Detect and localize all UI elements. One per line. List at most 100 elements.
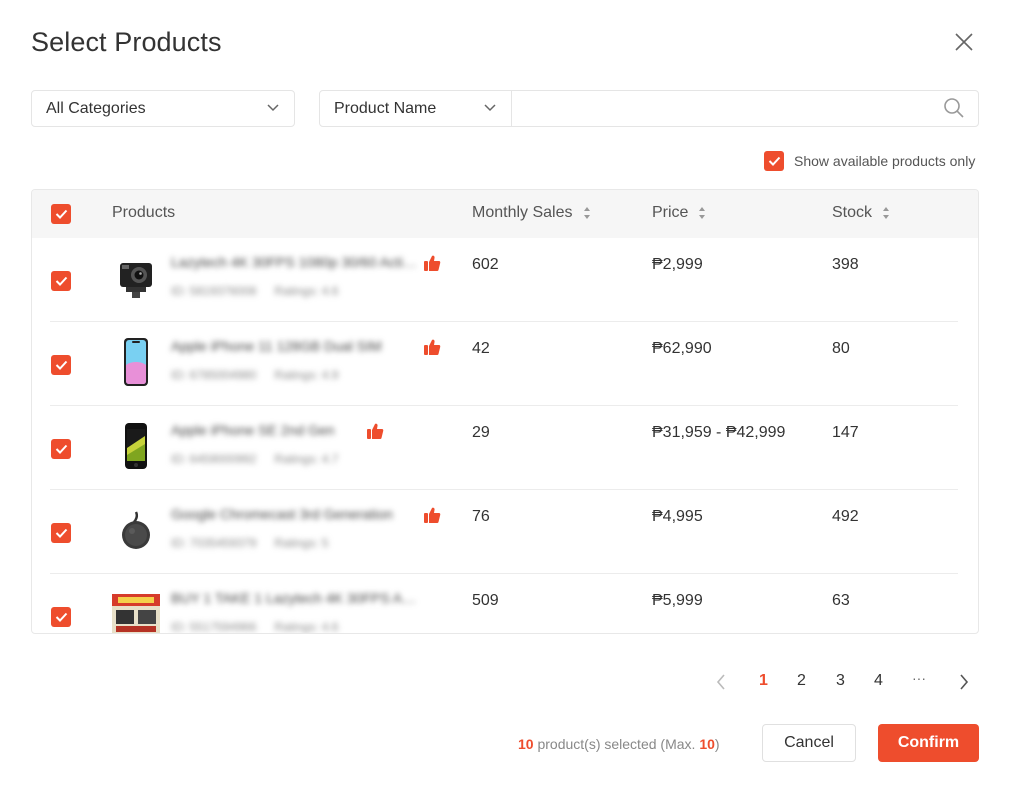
product-thumbnail [111,589,161,633]
page-button-3[interactable]: 3 [836,672,845,690]
price-cell: ₱4,995 [652,508,703,525]
sort-icon[interactable] [698,206,706,220]
max-count: 10 [699,736,715,752]
product-name[interactable]: BUY 1 TAKE 1 Lazytech 4K 30FPS Action Ca… [171,590,423,610]
available-only-checkbox[interactable] [764,151,784,171]
product-ratings: Ratings: 4.7 [274,452,339,466]
column-header-label: Price [652,204,689,221]
product-ratings: Ratings: 4.6 [274,620,339,634]
chevron-down-icon [267,104,279,112]
table-row[interactable]: Apple iPhone 11 128GB Dual SIM ID: 67850… [32,322,978,406]
product-meta: ID: 5517594966 Ratings: 4.6 [171,620,339,634]
table-row[interactable]: BUY 1 TAKE 1 Lazytech 4K 30FPS Action Ca… [32,574,978,634]
price-cell: ₱62,990 [652,340,712,357]
column-header-price[interactable]: Price [652,204,706,222]
check-icon [55,276,67,286]
selected-text: product(s) selected (Max. [537,736,696,752]
confirm-button[interactable]: Confirm [878,724,979,762]
search-field-select-value: Product Name [334,99,437,117]
iphone-11-icon [124,338,148,386]
available-only-toggle[interactable]: Show available products only [764,151,975,171]
category-select-value: All Categories [46,99,146,117]
table-row[interactable]: Lazytech 4K 30FPS 1080p 30/60 Action Cam… [32,238,978,322]
next-page-icon[interactable] [957,671,971,693]
search-field-select[interactable]: Product Name [319,90,512,127]
stock-cell: 80 [832,340,850,357]
search-input[interactable] [511,90,979,127]
stock-cell: 63 [832,592,850,609]
monthly-sales-cell: 602 [472,256,499,273]
check-icon [55,360,67,370]
select-all-checkbox[interactable] [51,204,71,224]
product-meta: ID: 5819376008 Ratings: 4.6 [171,284,338,298]
product-name[interactable]: Google Chromecast 3rd Generation [171,506,423,526]
available-only-label: Show available products only [794,153,976,169]
check-icon [55,612,67,622]
price-cell: ₱31,959 - ₱42,999 [652,424,786,441]
product-meta: ID: 7035459379 Ratings: 5 [171,536,328,550]
stock-cell: 492 [832,508,859,525]
price-cell: ₱5,999 [652,592,703,609]
chevron-down-icon [484,104,496,112]
row-checkbox[interactable] [51,355,71,375]
row-checkbox[interactable] [51,439,71,459]
chromecast-icon [122,511,150,549]
selection-summary: 10 product(s) selected (Max. 10) [518,736,720,752]
column-header-label: Stock [832,204,873,221]
column-header-products: Products [112,204,175,222]
page-button-4[interactable]: 4 [874,672,883,690]
thumbs-up-icon [424,255,441,271]
stock-cell: 398 [832,256,859,273]
product-ratings: Ratings: 4.9 [274,368,339,382]
monthly-sales-cell: 42 [472,340,490,357]
column-header-monthly-sales[interactable]: Monthly Sales [472,204,591,222]
column-header-label: Monthly Sales [472,204,573,221]
products-table: Products Monthly Sales Price Stock Lazyt… [31,189,979,634]
selected-close-paren: ) [714,736,720,752]
price-cell: ₱2,999 [652,256,703,273]
thumbs-up-icon [424,507,441,523]
product-ratings: Ratings: 4.6 [274,284,339,298]
cancel-button[interactable]: Cancel [762,724,856,762]
column-header-label: Products [112,204,176,221]
product-thumbnail [111,421,161,471]
product-thumbnail [111,253,161,303]
product-thumbnail [111,337,161,387]
selected-count: 10 [518,736,534,752]
product-name[interactable]: Apple iPhone SE 2nd Gen [171,422,367,442]
row-checkbox[interactable] [51,271,71,291]
action-camera-icon [120,263,152,298]
column-header-stock[interactable]: Stock [832,204,890,222]
product-id: ID: 6459000992 [171,452,257,466]
product-name[interactable]: Lazytech 4K 30FPS 1080p 30/60 Action Cam… [171,254,423,274]
product-id: ID: 7035459379 [171,536,257,550]
table-header: Products Monthly Sales Price Stock [32,190,978,238]
monthly-sales-cell: 509 [472,592,499,609]
check-icon [55,444,67,454]
page-button-2[interactable]: 2 [797,672,806,690]
product-id: ID: 6785004980 [171,368,257,382]
row-checkbox[interactable] [51,523,71,543]
page-button-1[interactable]: 1 [759,672,768,690]
table-row[interactable]: Apple iPhone SE 2nd Gen ID: 6459000992 Ra… [32,406,978,490]
check-icon [55,209,67,219]
table-row[interactable]: Google Chromecast 3rd Generation ID: 703… [32,490,978,574]
category-select[interactable]: All Categories [31,90,295,127]
product-meta: ID: 6785004980 Ratings: 4.9 [171,368,338,382]
product-name[interactable]: Apple iPhone 11 128GB Dual SIM [171,338,423,358]
product-id: ID: 5819376008 [171,284,257,298]
sort-icon[interactable] [583,206,591,220]
close-icon[interactable] [952,30,976,54]
sort-icon[interactable] [882,206,890,220]
iphone-se-icon [125,423,147,469]
promo-bundle-icon [112,594,160,633]
stock-cell: 147 [832,424,859,441]
prev-page-icon[interactable] [714,671,728,693]
row-checkbox[interactable] [51,607,71,627]
check-icon [55,528,67,538]
dialog-title: Select Products [31,27,222,57]
product-id: ID: 5517594966 [171,620,257,634]
page-ellipsis[interactable]: ··· [912,670,926,686]
search-icon[interactable] [943,97,965,119]
product-meta: ID: 6459000992 Ratings: 4.7 [171,452,338,466]
